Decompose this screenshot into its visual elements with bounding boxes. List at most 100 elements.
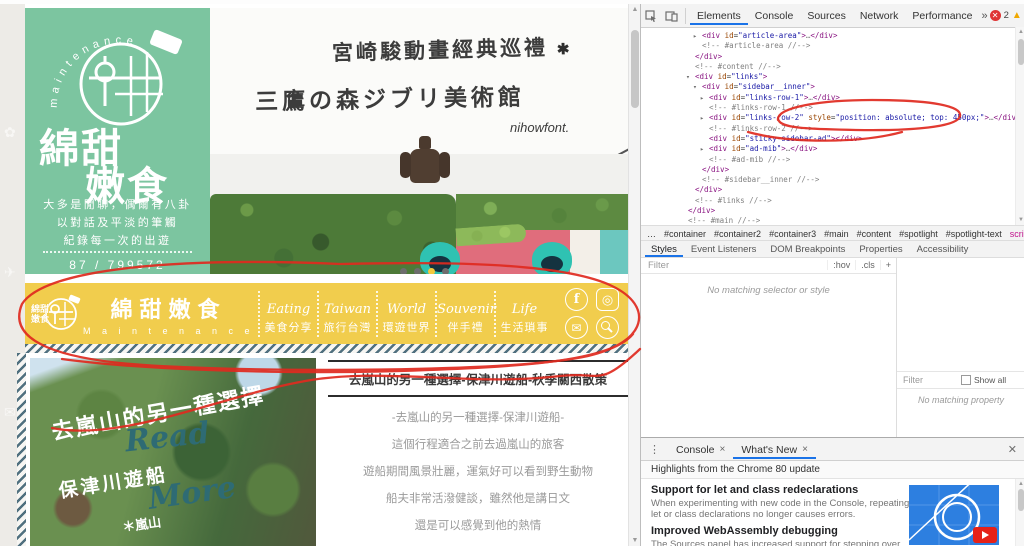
devtools-tab[interactable]: Sources [800, 6, 853, 25]
social-icon[interactable] [596, 316, 620, 339]
styles-filter-input[interactable] [641, 258, 828, 272]
nav-item[interactable]: Life 生活瑣事 [494, 290, 553, 337]
dom-tree-line[interactable]: ▾ <div id="sidebar__inner"> [641, 82, 1015, 92]
tab-close-icon[interactable]: × [720, 444, 726, 455]
expand-arrow-icon[interactable]: ▸ [700, 144, 709, 154]
elements-scrollbar-thumb[interactable] [1018, 39, 1024, 65]
nav-item[interactable]: Taiwan 旅行台灣 [317, 290, 376, 337]
dom-tree-line[interactable]: ▸ <div id="ad-mib">…</div> [641, 144, 1015, 154]
elements-scrollbar[interactable]: ▲ ▼ [1015, 27, 1024, 225]
dom-tree-line[interactable]: </div> [641, 206, 1015, 216]
social-icon[interactable] [565, 288, 589, 311]
carousel-dot[interactable] [442, 268, 449, 274]
expand-arrow-icon[interactable]: ▾ [693, 82, 702, 92]
toggle-hover-state-button[interactable]: :hov [827, 260, 855, 270]
expand-arrow-icon[interactable]: ▸ [700, 93, 709, 103]
dom-tree-line[interactable]: <!-- #content //--> [641, 62, 1015, 72]
toggle-class-button[interactable]: .cls [855, 260, 880, 270]
video-thumbnail[interactable] [909, 485, 999, 545]
dom-tree-line[interactable]: <!-- #links //--> [641, 196, 1015, 206]
nav-item[interactable]: World 環遊世界 [376, 290, 435, 337]
scroll-up-icon[interactable]: ▲ [1016, 481, 1024, 487]
styles-tab[interactable]: Event Listeners [685, 242, 762, 256]
navbar-brand[interactable]: 綿甜嫩食 M a i n t e n a n c e [83, 292, 254, 336]
breadcrumb-item[interactable]: script [1010, 229, 1024, 239]
dom-tree-line[interactable]: <div id="sticky-sidebar-ad"></div> [641, 134, 1015, 144]
dom-tree-line[interactable]: ▸ <div id="links-row-2" style="position: … [641, 113, 1015, 123]
breadcrumb-item[interactable]: #container2 [714, 229, 761, 239]
show-all-checkbox[interactable]: Show all [961, 375, 1006, 385]
nav-item[interactable]: Eating 美食分享 [258, 290, 317, 337]
scroll-up-icon[interactable]: ▲ [1016, 29, 1024, 35]
scroll-down-icon[interactable]: ▼ [1016, 217, 1024, 223]
more-tabs-icon[interactable]: » [981, 10, 987, 22]
dom-tree-line[interactable]: <!-- #links-row-2 //--> [641, 124, 1015, 134]
hero-carousel[interactable]: 宮崎駿動畫經典巡禮 ✱ 三鷹の森ジブリ美術館 nihowfont. [210, 8, 628, 274]
devtools-tab[interactable]: Console [748, 6, 801, 25]
computed-pane: Show all No matching property [897, 257, 1024, 437]
navbar-mini-logo[interactable]: 綿甜 嫩食 [31, 290, 83, 338]
carousel-dot[interactable] [400, 268, 407, 274]
carousel-dot[interactable] [428, 268, 435, 274]
devtools-tab[interactable]: Elements [690, 6, 748, 25]
new-style-rule-button[interactable]: + [879, 260, 896, 270]
breadcrumb-item[interactable]: #main [824, 229, 849, 239]
dom-tree-line[interactable]: <!-- #article-area //--> [641, 41, 1015, 51]
play-button-icon[interactable] [973, 527, 997, 543]
nav-item-en-label: Souvenir [437, 301, 496, 317]
article-title-link[interactable]: 去嵐山的另一種選擇-保津川遊船-秋季關西散策 [328, 360, 628, 397]
dom-tree-line[interactable]: <!-- #ad-mib //--> [641, 155, 1015, 165]
devtools-tab[interactable]: Performance [905, 6, 979, 25]
styles-tab[interactable]: Accessibility [911, 242, 975, 256]
carousel-dots[interactable] [400, 268, 449, 274]
styles-tab[interactable]: DOM Breakpoints [764, 242, 851, 256]
checkbox-icon[interactable] [961, 375, 971, 385]
dom-tree-line[interactable]: ▾ <div id="links"> [641, 72, 1015, 82]
breadcrumb-item[interactable]: #spotlight [899, 229, 938, 239]
article-summary: 去嵐山的另一種選擇-保津川遊船-秋季關西散策 -去嵐山的另一種選擇-保津川遊船-… [328, 360, 628, 546]
drawer-menu-icon[interactable]: ⋮ [641, 443, 668, 456]
drawer-close-icon[interactable]: ✕ [1000, 443, 1024, 456]
article-thumbnail[interactable]: 去嵐山的另一種選擇 Read 保津川遊船 More ＊嵐山 [30, 358, 316, 546]
expand-arrow-icon[interactable]: ▸ [700, 113, 709, 123]
dom-tree-line[interactable]: ▸ <div id="links-row-1">…</div> [641, 93, 1015, 103]
drawer-tab[interactable]: Console × [668, 440, 733, 459]
devtools-tabs: Elements Console Sources Network Performance [690, 6, 979, 25]
devtools-tab[interactable]: Network [853, 6, 906, 25]
carousel-dot[interactable] [414, 268, 421, 274]
social-icon[interactable] [596, 288, 620, 311]
dotted-divider [43, 251, 192, 253]
error-badge-icon[interactable]: ✕ [989, 10, 1001, 21]
expand-arrow-icon[interactable]: ▾ [686, 72, 695, 82]
drawer-tab[interactable]: What's New × [733, 440, 816, 459]
whats-new-section-title[interactable]: Support for let and class redeclarations [651, 484, 913, 496]
breadcrumb-item[interactable]: #spotlight-text [946, 229, 1002, 239]
expand-arrow-icon[interactable]: ▸ [693, 31, 702, 41]
breadcrumb-item[interactable]: #container [664, 229, 706, 239]
social-icon[interactable] [565, 316, 589, 339]
logo-tagline-3: 紀錄每一次的出遊 [63, 235, 172, 247]
dom-tree-line[interactable]: <!-- #links-row-1 //--> [641, 103, 1015, 113]
whats-new-section-title[interactable]: Improved WebAssembly debugging [651, 525, 913, 537]
drawer-scrollbar-thumb[interactable] [1018, 489, 1024, 511]
dom-tree-line[interactable]: <!-- #sidebar__inner //--> [641, 175, 1015, 185]
drawer-scrollbar[interactable]: ▲ [1015, 479, 1024, 546]
dom-tree-line[interactable]: ▸ <div id="article-area">…</div> [641, 31, 1015, 41]
inspect-element-icon[interactable] [643, 8, 659, 24]
article-excerpt: -去嵐山的另一種選擇-保津川遊船- 這個行程適合之前去過嵐山的旅客 遊船期間風景壯麗… [328, 405, 628, 546]
page-scrollbar-thumb[interactable] [631, 30, 639, 108]
breadcrumb-item[interactable]: #content [857, 229, 892, 239]
dom-tree-line[interactable]: </div> [641, 185, 1015, 195]
breadcrumb-item[interactable]: … [647, 229, 656, 239]
nav-item[interactable]: Souvenir 伴手禮 [435, 290, 496, 337]
computed-filter-input[interactable] [897, 374, 961, 386]
styles-tab[interactable]: Properties [853, 242, 908, 256]
elements-tree[interactable]: ▸ <div id="article-area">…</div> <!-- #art… [641, 27, 1015, 229]
breadcrumb-item[interactable]: #container3 [769, 229, 816, 239]
dom-tree-line[interactable]: </div> [641, 165, 1015, 175]
device-toolbar-icon[interactable] [663, 8, 679, 24]
warning-badge-icon[interactable]: ▲ [1012, 10, 1022, 21]
dom-tree-line[interactable]: </div> [641, 52, 1015, 62]
styles-tab[interactable]: Styles [645, 242, 683, 257]
tab-close-icon[interactable]: × [802, 444, 808, 455]
